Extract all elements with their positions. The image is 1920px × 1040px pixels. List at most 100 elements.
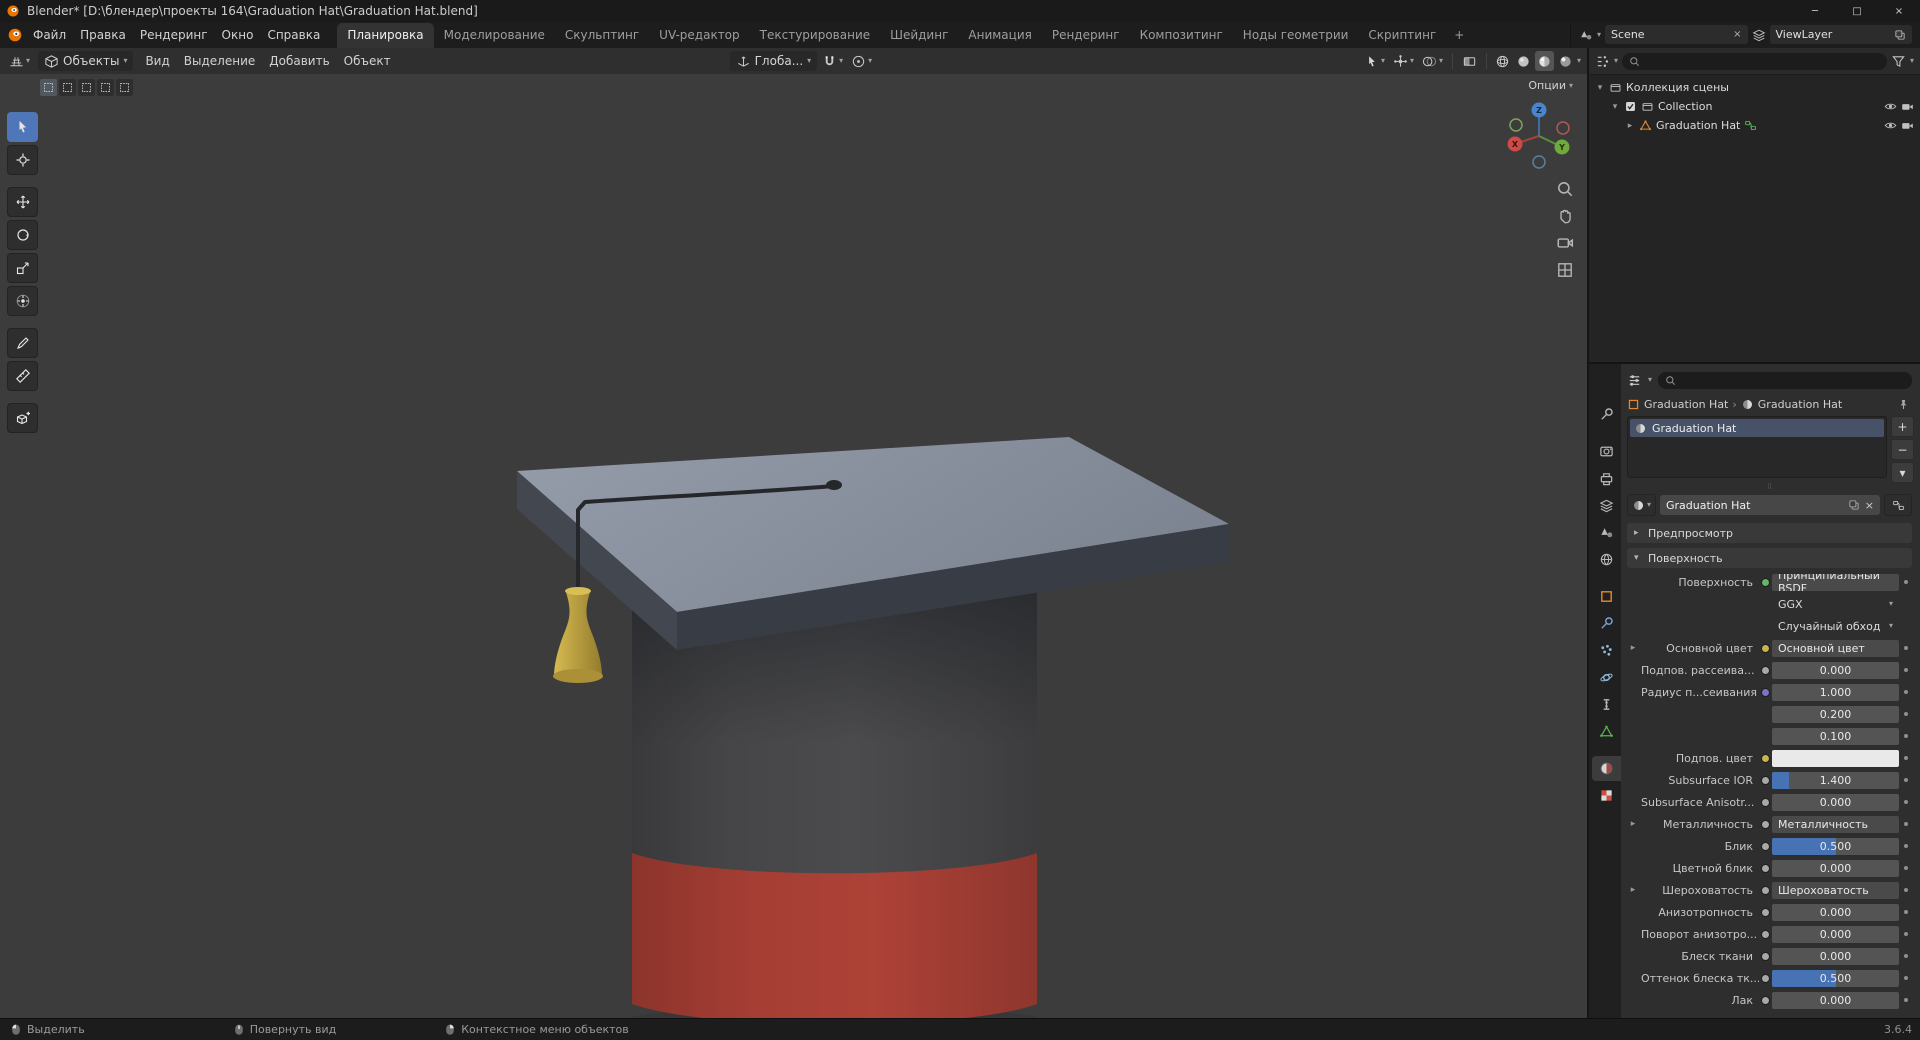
- workspace-tab[interactable]: UV-редактор: [649, 23, 749, 48]
- checkbox-icon[interactable]: [1624, 100, 1637, 113]
- chevron-down-icon[interactable]: ▾: [1614, 57, 1618, 65]
- menubar-menu[interactable]: Файл: [26, 22, 73, 48]
- zoom-icon[interactable]: [1556, 180, 1574, 198]
- outliner-row[interactable]: ▾ Collection: [1589, 97, 1920, 116]
- collapse-icon[interactable]: ▾: [1610, 102, 1620, 112]
- viewlayer-copy-icon[interactable]: [1894, 29, 1906, 41]
- chevron-down-icon[interactable]: ▾: [868, 57, 872, 65]
- mode-dropdown[interactable]: Объекты ▾: [38, 51, 134, 71]
- pan-hand-icon[interactable]: [1556, 207, 1574, 225]
- tool-scale-button[interactable]: [7, 253, 38, 283]
- properties-tab-physics[interactable]: [1592, 665, 1621, 690]
- breadcrumb-material[interactable]: Graduation Hat: [1758, 398, 1842, 411]
- workspace-tab[interactable]: Анимация: [958, 23, 1041, 48]
- overlays-dropdown[interactable]: ▾: [1419, 51, 1446, 71]
- properties-tab-object[interactable]: [1592, 584, 1621, 609]
- outliner-row[interactable]: ▸ Graduation Hat: [1589, 116, 1920, 135]
- chevron-down-icon[interactable]: ▾: [1577, 57, 1581, 65]
- workspace-tab[interactable]: Композитинг: [1130, 23, 1233, 48]
- workspace-tab[interactable]: Текстурирование: [750, 23, 880, 48]
- number-field[interactable]: 0.000: [1772, 859, 1899, 877]
- navigation-gizmo[interactable]: Z X Y: [1501, 96, 1577, 172]
- selectability-dropdown[interactable]: ▾: [1361, 51, 1388, 71]
- close-button[interactable]: ×: [1878, 0, 1920, 22]
- number-field[interactable]: 0.200: [1772, 705, 1899, 723]
- number-field[interactable]: 1.000: [1772, 683, 1899, 701]
- list-resize-grip[interactable]: ⠿: [1627, 483, 1912, 492]
- scene-browse-icon[interactable]: [1579, 28, 1593, 42]
- transform-orientation-dropdown[interactable]: Глоба... ▾: [729, 51, 818, 71]
- proportional-edit-toggle[interactable]: ▾: [848, 51, 875, 71]
- slider-field[interactable]: 0.500: [1772, 969, 1899, 987]
- collapse-icon[interactable]: ▾: [1595, 83, 1605, 93]
- workspace-tab[interactable]: Скульптинг: [555, 23, 649, 48]
- menubar-menu[interactable]: Рендеринг: [133, 22, 215, 48]
- viewport-menu[interactable]: Добавить: [262, 48, 336, 74]
- workspace-tab[interactable]: Рендеринг: [1042, 23, 1130, 48]
- number-field[interactable]: 0.000: [1772, 661, 1899, 679]
- camera-icon[interactable]: [1901, 119, 1914, 132]
- linked-value-field[interactable]: Металличность: [1772, 815, 1899, 833]
- gizmo-z-negative[interactable]: [1532, 155, 1546, 169]
- snap-toggle[interactable]: ▾: [819, 51, 846, 71]
- scene-unlink-button[interactable]: ×: [1733, 29, 1741, 40]
- tool-annotate-button[interactable]: [7, 328, 38, 358]
- viewlayer-selector[interactable]: ViewLayer: [1769, 25, 1913, 44]
- tool-measure-button[interactable]: [7, 361, 38, 391]
- tool-add-cube-button[interactable]: [7, 403, 38, 433]
- add-slot-button[interactable]: +: [1891, 416, 1914, 437]
- eye-icon[interactable]: [1884, 119, 1897, 132]
- properties-search-input[interactable]: [1658, 371, 1912, 389]
- tool-rotate-button[interactable]: [7, 220, 38, 250]
- slider-field[interactable]: 0.500: [1772, 837, 1899, 855]
- number-field[interactable]: 0.000: [1772, 991, 1899, 1009]
- linked-value-field[interactable]: Принципиальный BSDF: [1772, 573, 1899, 591]
- editor-type-button[interactable]: ▾: [6, 51, 33, 71]
- gizmo-y-negative[interactable]: [1509, 118, 1523, 132]
- tool-move-button[interactable]: [7, 187, 38, 217]
- workspace-tab[interactable]: Скриптинг: [1358, 23, 1446, 48]
- material-name-field[interactable]: Graduation Hat ×: [1660, 495, 1880, 515]
- number-field[interactable]: 0.000: [1772, 793, 1899, 811]
- outliner-row[interactable]: ▾ Коллекция сцены: [1589, 78, 1920, 97]
- tool-transform-button[interactable]: [7, 286, 38, 316]
- camera-view-icon[interactable]: [1556, 234, 1574, 252]
- workspace-tab[interactable]: Планировка: [337, 22, 434, 48]
- pin-icon[interactable]: [1897, 398, 1910, 411]
- copy-icon[interactable]: [1848, 499, 1860, 511]
- properties-tab-world[interactable]: [1592, 547, 1621, 572]
- slider-field[interactable]: 1.400: [1772, 771, 1899, 789]
- viewport-menu[interactable]: Вид: [138, 48, 176, 74]
- number-field[interactable]: 0.000: [1772, 903, 1899, 921]
- menubar-menu[interactable]: Окно: [215, 22, 261, 48]
- properties-tab-material[interactable]: [1592, 756, 1621, 781]
- expand-arrow-icon[interactable]: ▸: [1628, 643, 1638, 653]
- properties-tab-output[interactable]: [1592, 466, 1621, 491]
- expand-arrow-icon[interactable]: ▸: [1628, 819, 1638, 829]
- linked-value-field[interactable]: Основной цвет: [1772, 639, 1899, 657]
- camera-icon[interactable]: [1901, 100, 1914, 113]
- surface-section-header[interactable]: ▾ Поверхность: [1627, 548, 1912, 568]
- unlink-button[interactable]: ×: [1865, 500, 1874, 511]
- viewport-canvas[interactable]: Опции ▾ Z X Y: [0, 74, 1587, 1019]
- properties-tab-texture[interactable]: [1592, 783, 1621, 808]
- material-slot-list[interactable]: Graduation Hat: [1627, 416, 1887, 478]
- xray-toggle[interactable]: [1459, 51, 1480, 71]
- shading-material-button[interactable]: [1534, 51, 1554, 71]
- tool-cursor-button[interactable]: [7, 145, 38, 175]
- outliner-editor-icon[interactable]: [1595, 54, 1610, 69]
- preview-section-header[interactable]: ▸ Предпросмотр: [1627, 523, 1912, 543]
- properties-tab-tool[interactable]: [1592, 402, 1621, 427]
- dropdown-field[interactable]: GGX ▾: [1772, 595, 1899, 613]
- minimize-button[interactable]: ─: [1794, 0, 1836, 22]
- gizmos-dropdown[interactable]: ▾: [1390, 51, 1417, 71]
- properties-tab-constraints[interactable]: [1592, 692, 1621, 717]
- number-field[interactable]: 0.100: [1772, 727, 1899, 745]
- remove-slot-button[interactable]: −: [1891, 439, 1914, 460]
- number-field[interactable]: 0.000: [1772, 925, 1899, 943]
- properties-tab-modifiers[interactable]: [1592, 611, 1621, 636]
- properties-editor-icon[interactable]: [1627, 373, 1642, 388]
- shading-solid-button[interactable]: [1514, 51, 1533, 71]
- maximize-button[interactable]: □: [1836, 0, 1878, 22]
- chevron-down-icon[interactable]: ▾: [1597, 30, 1601, 39]
